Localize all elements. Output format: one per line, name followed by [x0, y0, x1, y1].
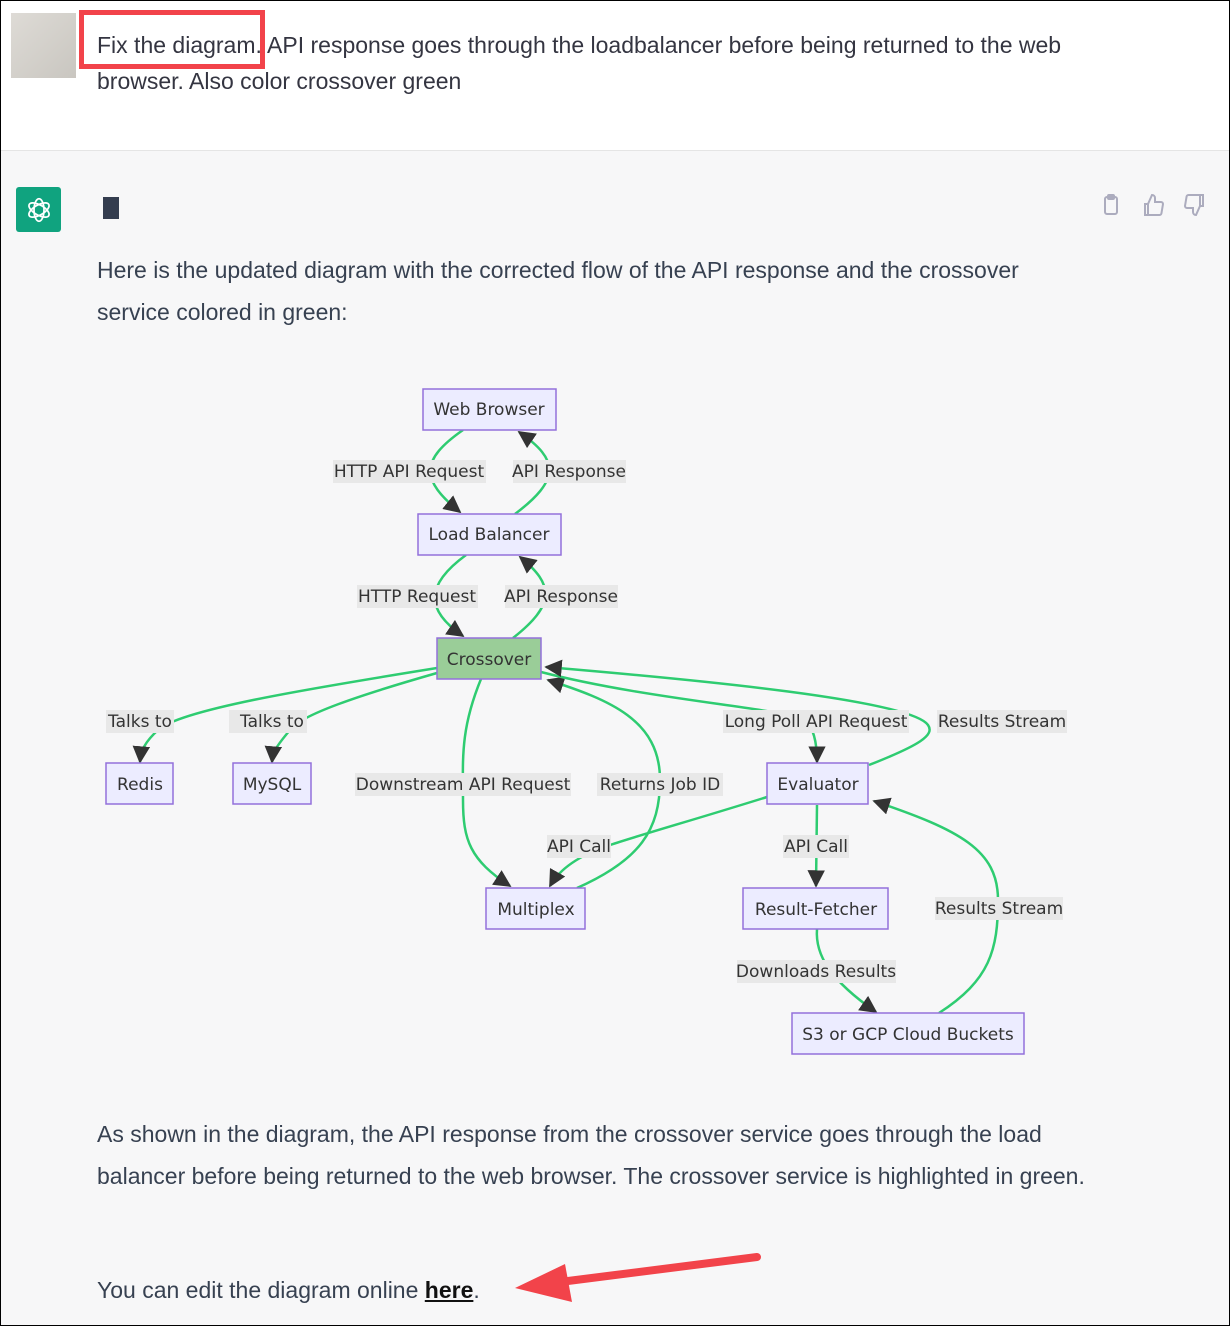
copy-icon[interactable] [1099, 193, 1123, 217]
typing-cursor [103, 197, 119, 219]
assistant-intro-text: Here is the updated diagram with the cor… [97, 257, 1019, 325]
edit-prefix: You can edit the diagram online [97, 1277, 425, 1303]
thumbs-down-icon[interactable] [1183, 193, 1207, 217]
assistant-edit-text: You can edit the diagram online here. [97, 1269, 1097, 1311]
assistant-explanation-text: As shown in the diagram, the API respons… [97, 1121, 1085, 1189]
red-highlight-box [79, 10, 265, 69]
thumbs-up-icon[interactable] [1141, 193, 1165, 217]
chatgpt-logo-icon [16, 187, 61, 232]
assistant-message-row: Here is the updated diagram with the cor… [1, 151, 1229, 1325]
user-avatar [11, 13, 76, 78]
message-actions [1099, 193, 1207, 217]
edit-suffix: . [473, 1277, 480, 1303]
edit-diagram-link[interactable]: here [425, 1277, 474, 1303]
